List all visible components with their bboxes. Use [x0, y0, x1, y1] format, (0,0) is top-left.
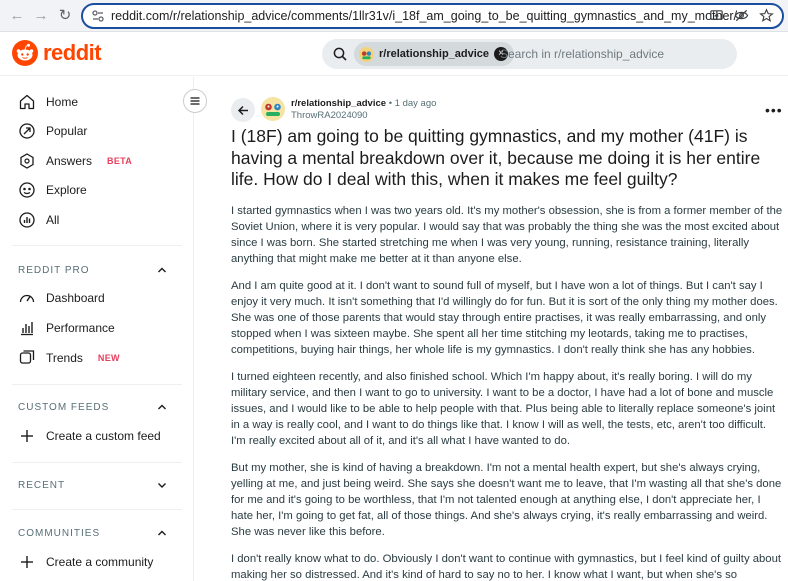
more-options-icon[interactable]: ••• — [765, 102, 783, 118]
sidebar-item-label: Answers — [46, 154, 93, 168]
section-heading: CUSTOM FEEDS — [18, 401, 110, 413]
custom-feeds-section-toggle[interactable]: CUSTOM FEEDS — [18, 399, 168, 415]
back-arrow-icon[interactable]: ← — [7, 6, 27, 26]
post-time: • 1 day ago — [388, 98, 437, 109]
reddit-snoo-icon — [12, 40, 38, 66]
plus-icon — [21, 556, 33, 568]
subreddit-search-chip[interactable]: r/relationship_advice × — [354, 42, 515, 66]
sidebar-divider — [12, 462, 182, 463]
arrow-left-icon — [237, 105, 248, 115]
search-bar[interactable]: r/relationship_advice × Search in r/rela… — [322, 39, 737, 69]
home-icon — [19, 94, 35, 110]
left-sidebar: Home Popular Answers BETA Explore All RED… — [0, 77, 194, 581]
post-paragraph: I started gymnastics when I was two year… — [231, 205, 783, 265]
sidebar-item-home[interactable]: Home — [18, 91, 78, 113]
url-text: reddit.com/r/relationship_advice/comment… — [111, 9, 738, 23]
sidebar-item-all[interactable]: All — [18, 209, 59, 231]
reddit-header: reddit r/relationship_advice × Search in… — [0, 32, 788, 76]
sidebar-item-label: Home — [46, 95, 79, 109]
create-community-button[interactable]: Create a community — [18, 551, 153, 573]
sidebar-item-label: All — [46, 213, 60, 227]
performance-icon — [21, 322, 33, 336]
reload-icon[interactable]: ↻ — [55, 6, 75, 26]
new-badge: NEW — [97, 353, 120, 363]
sidebar-item-popular[interactable]: Popular — [18, 120, 87, 142]
sidebar-item-label: Performance — [46, 321, 115, 335]
post-body: I started gymnastics when I was two year… — [231, 203, 783, 581]
sidebar-item-explore[interactable]: Explore — [18, 179, 87, 201]
communities-section-toggle[interactable]: COMMUNITIES — [18, 525, 168, 541]
author-link[interactable]: ThrowRA2024090 — [291, 110, 436, 122]
beta-badge: BETA — [107, 156, 133, 166]
dashboard-icon — [19, 294, 35, 303]
sidebar-item-performance[interactable]: Performance — [18, 317, 115, 339]
subreddit-avatar-icon — [359, 46, 374, 62]
sidebar-item-label: Trends — [46, 351, 83, 365]
create-custom-feed-button[interactable]: Create a custom feed — [18, 425, 161, 447]
browser-toolbar: ← → ↻ reddit.com/r/relationship_advice/c… — [0, 0, 788, 32]
trends-icon — [19, 350, 35, 364]
post-paragraph: And I am quite good at it. I don't want … — [231, 280, 778, 356]
reddit-logo[interactable]: reddit — [12, 40, 102, 66]
sidebar-item-label: Dashboard — [46, 291, 105, 305]
search-icon — [333, 47, 347, 61]
create-community-label: Create a community — [46, 555, 154, 569]
chevron-up-icon — [158, 404, 166, 410]
explore-icon — [19, 182, 35, 198]
sidebar-item-dashboard[interactable]: Dashboard — [18, 287, 105, 309]
cast-icon[interactable] — [709, 8, 724, 23]
popular-icon — [19, 123, 35, 139]
forward-arrow-icon[interactable]: → — [31, 6, 51, 26]
chip-label: r/relationship_advice — [379, 48, 490, 60]
section-heading: REDDIT PRO — [18, 264, 90, 276]
all-icon — [19, 212, 35, 228]
sidebar-item-label: Explore — [46, 183, 87, 197]
post-paragraph: I turned eighteen recently, and also fin… — [231, 371, 776, 447]
sidebar-divider — [12, 384, 182, 385]
sidebar-divider — [12, 245, 182, 246]
section-heading: COMMUNITIES — [18, 527, 101, 539]
star-icon[interactable] — [759, 8, 774, 23]
eye-off-icon[interactable] — [734, 8, 749, 23]
sidebar-item-answers[interactable]: Answers BETA — [18, 150, 132, 172]
search-placeholder: Search in r/relationship_advice — [500, 47, 665, 61]
subreddit-avatar-icon[interactable] — [261, 97, 285, 121]
post-paragraph: I don't really know what to do. Obviousl… — [231, 553, 782, 581]
subreddit-link[interactable]: r/relationship_advice — [291, 98, 386, 109]
recent-section-toggle[interactable]: RECENT — [18, 477, 168, 493]
sidebar-divider — [12, 509, 182, 510]
chevron-up-icon — [158, 267, 166, 273]
menu-icon — [190, 97, 200, 105]
create-custom-feed-label: Create a custom feed — [46, 429, 161, 443]
chevron-up-icon — [158, 530, 166, 536]
chevron-down-icon — [158, 483, 166, 488]
site-settings-icon[interactable] — [91, 9, 105, 23]
reddit-pro-section-toggle[interactable]: REDDIT PRO — [18, 262, 168, 278]
reddit-wordmark: reddit — [43, 40, 102, 65]
plus-icon — [21, 430, 33, 442]
sidebar-collapse-button[interactable] — [183, 89, 207, 113]
sidebar-item-label: Popular — [46, 124, 88, 138]
address-bar[interactable]: reddit.com/r/relationship_advice/comment… — [81, 3, 784, 29]
back-button[interactable] — [231, 98, 255, 122]
post-paragraph: But my mother, she is kind of having a b… — [231, 462, 782, 538]
answers-icon — [20, 153, 34, 169]
post-meta: r/relationship_advice • 1 day ago ThrowR… — [291, 98, 436, 122]
sidebar-item-trends[interactable]: Trends NEW — [18, 347, 120, 369]
post-title: I (18F) am going to be quitting gymnasti… — [231, 126, 761, 189]
section-heading: RECENT — [18, 479, 66, 491]
